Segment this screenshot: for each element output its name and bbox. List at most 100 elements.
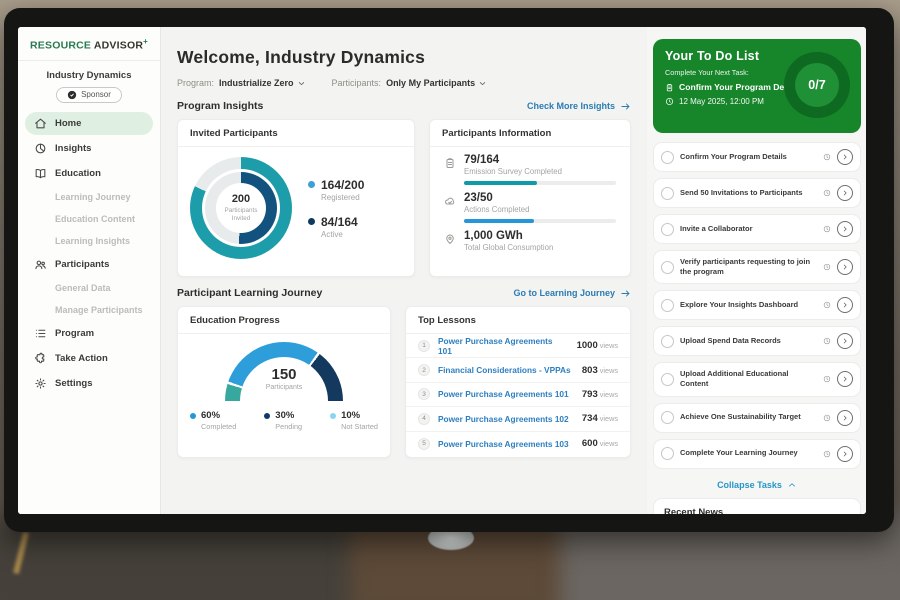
progress-bar-fill bbox=[464, 219, 534, 223]
legend-value: 60% bbox=[201, 410, 236, 421]
lesson-row[interactable]: 3 Power Purchase Agreements 101 793views bbox=[406, 383, 630, 407]
home-icon bbox=[34, 117, 47, 130]
task-open-button[interactable] bbox=[837, 333, 853, 349]
lesson-row[interactable]: 1 Power Purchase Agreements 101 1000view… bbox=[406, 334, 630, 358]
todo-task-item[interactable]: Send 50 Invitations to Participants bbox=[653, 178, 861, 208]
legend-value: 84/164 bbox=[321, 215, 358, 229]
todo-task-item[interactable]: Upload Spend Data Records bbox=[653, 326, 861, 356]
task-open-button[interactable] bbox=[837, 221, 853, 237]
sponsor-badge[interactable]: Sponsor bbox=[56, 87, 122, 103]
education-progress-card: Education Progress 150 Participants bbox=[177, 306, 391, 458]
program-icon bbox=[34, 327, 47, 340]
info-value: 79/164 bbox=[464, 154, 616, 166]
task-checkbox[interactable] bbox=[661, 373, 674, 386]
lesson-link[interactable]: Financial Considerations - VPPAs bbox=[438, 365, 574, 375]
clock-icon bbox=[823, 189, 831, 197]
task-checkbox[interactable] bbox=[661, 447, 674, 460]
todo-progress-ring: 0/7 bbox=[784, 52, 850, 118]
education-legend: 60% Completed 30% Pending bbox=[178, 401, 390, 431]
task-label: Achieve One Sustainability Target bbox=[680, 412, 817, 422]
check-more-insights-link[interactable]: Check More Insights bbox=[527, 101, 631, 112]
clock-icon bbox=[823, 301, 831, 309]
chevron-down-icon[interactable] bbox=[297, 79, 306, 88]
task-open-button[interactable] bbox=[837, 185, 853, 201]
task-open-button[interactable] bbox=[837, 371, 853, 387]
lesson-row[interactable]: 5 Power Purchase Agreements 103 600views bbox=[406, 432, 630, 456]
sidebar-item[interactable]: Participants bbox=[25, 253, 153, 276]
chevron-down-icon[interactable] bbox=[478, 79, 487, 88]
arrow-right-icon bbox=[620, 288, 631, 299]
clock-icon bbox=[823, 337, 831, 345]
lesson-link[interactable]: Power Purchase Agreements 103 bbox=[438, 439, 574, 449]
progress-bar bbox=[464, 219, 616, 223]
task-label: Invite a Collaborator bbox=[680, 224, 817, 234]
sidebar-item-label: Insights bbox=[55, 143, 91, 154]
sidebar-item[interactable]: Settings bbox=[25, 372, 153, 395]
sidebar-item[interactable]: Program bbox=[25, 322, 153, 345]
invited-legend: 164/200 Registered 84/164 Active bbox=[308, 178, 364, 239]
task-checkbox[interactable] bbox=[661, 187, 674, 200]
chevron-right-icon bbox=[841, 375, 849, 383]
take-action-icon bbox=[34, 352, 47, 365]
todo-task-item[interactable]: Verify participants requesting to join t… bbox=[653, 250, 861, 284]
lesson-row[interactable]: 4 Power Purchase Agreements 102 734views bbox=[406, 407, 630, 431]
task-checkbox[interactable] bbox=[661, 151, 674, 164]
task-label: Verify participants requesting to join t… bbox=[680, 257, 817, 277]
task-open-button[interactable] bbox=[837, 446, 853, 462]
go-to-learning-journey-link[interactable]: Go to Learning Journey bbox=[513, 288, 631, 299]
sidebar-item[interactable]: Learning Journey bbox=[25, 187, 153, 207]
sidebar-item-label: General Data bbox=[55, 283, 111, 293]
lesson-rank: 3 bbox=[418, 388, 430, 400]
lesson-link[interactable]: Power Purchase Agreements 101 bbox=[438, 336, 569, 356]
lesson-link[interactable]: Power Purchase Agreements 101 bbox=[438, 389, 574, 399]
task-checkbox[interactable] bbox=[661, 261, 674, 274]
todo-task-item[interactable]: Upload Additional Educational Content bbox=[653, 362, 861, 396]
sidebar-item[interactable]: Education Content bbox=[25, 209, 153, 229]
task-open-button[interactable] bbox=[837, 410, 853, 426]
sidebar-item-label: Take Action bbox=[55, 353, 108, 364]
todo-task-item[interactable]: Achieve One Sustainability Target bbox=[653, 403, 861, 433]
todo-task-list: Confirm Your Program Details Send 50 Inv… bbox=[653, 142, 861, 469]
clock-icon bbox=[823, 153, 831, 161]
task-open-button[interactable] bbox=[837, 259, 853, 275]
clipboard-icon bbox=[665, 83, 674, 92]
sidebar-item[interactable]: Education bbox=[25, 162, 153, 185]
sidebar-item[interactable]: Manage Participants bbox=[25, 300, 153, 320]
sidebar-item[interactable]: General Data bbox=[25, 278, 153, 298]
task-open-button[interactable] bbox=[837, 149, 853, 165]
todo-task-item[interactable]: Explore Your Insights Dashboard bbox=[653, 290, 861, 320]
participants-filter[interactable]: Participants: Only My Participants bbox=[332, 78, 488, 88]
legend-value: 164/200 bbox=[321, 178, 364, 192]
todo-task-item[interactable]: Complete Your Learning Journey bbox=[653, 439, 861, 469]
todo-task-item[interactable]: Invite a Collaborator bbox=[653, 214, 861, 244]
lesson-views-count: 600 bbox=[582, 438, 598, 449]
task-checkbox[interactable] bbox=[661, 411, 674, 424]
sidebar-item[interactable]: Home bbox=[25, 112, 153, 135]
task-label: Upload Additional Educational Content bbox=[680, 369, 817, 389]
collapse-tasks-link[interactable]: Collapse Tasks bbox=[653, 475, 861, 498]
lesson-views-count: 734 bbox=[582, 413, 598, 424]
main-content: Welcome, Industry Dynamics Program: Indu… bbox=[161, 27, 647, 514]
lesson-views-suffix: views bbox=[600, 390, 618, 399]
task-open-button[interactable] bbox=[837, 297, 853, 313]
task-checkbox[interactable] bbox=[661, 223, 674, 236]
clock-icon bbox=[823, 225, 831, 233]
lesson-views-suffix: views bbox=[600, 341, 618, 350]
legend-label: Completed bbox=[201, 422, 236, 431]
todo-task-item[interactable]: Confirm Your Program Details bbox=[653, 142, 861, 172]
donut-center-value: 200 bbox=[232, 193, 250, 205]
task-label: Upload Spend Data Records bbox=[680, 336, 817, 346]
lesson-link[interactable]: Power Purchase Agreements 102 bbox=[438, 414, 574, 424]
lesson-row[interactable]: 2 Financial Considerations - VPPAs 803vi… bbox=[406, 358, 630, 382]
task-checkbox[interactable] bbox=[661, 335, 674, 348]
clock-icon bbox=[823, 375, 831, 383]
program-filter-label: Program: bbox=[177, 78, 214, 88]
task-checkbox[interactable] bbox=[661, 299, 674, 312]
sidebar-item[interactable]: Insights bbox=[25, 137, 153, 160]
logo-resource: RESOURCE bbox=[30, 40, 91, 52]
participants-info-row: 1,000 GWh Total Global Consumption bbox=[430, 223, 630, 252]
sidebar-item[interactable]: Take Action bbox=[25, 347, 153, 370]
task-label: Confirm Your Program Details bbox=[680, 152, 817, 162]
program-filter[interactable]: Program: Industrialize Zero bbox=[177, 78, 306, 88]
sidebar-item[interactable]: Learning Insights bbox=[25, 231, 153, 251]
